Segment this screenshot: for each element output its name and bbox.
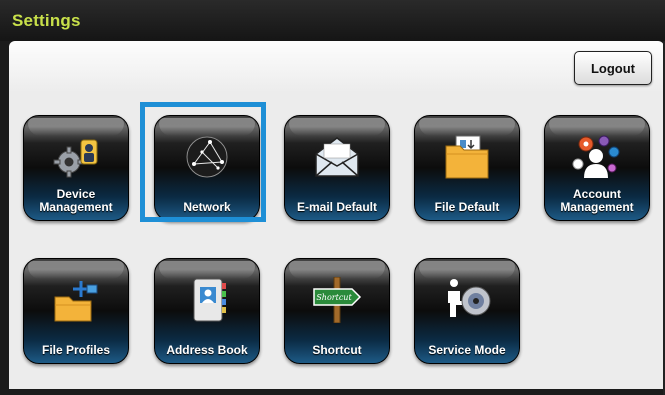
tile-label: Network [183, 200, 231, 214]
title-bar: Settings [0, 0, 665, 41]
tile-device-management[interactable]: Device Management [23, 115, 129, 221]
tile-account-management[interactable]: Account Management [544, 115, 650, 221]
app-frame: Settings Logout Device Management Networ… [0, 0, 665, 395]
tile-file-profiles[interactable]: File Profiles [23, 258, 129, 364]
tile-label: Service Mode [428, 343, 506, 357]
settings-grid: Device Management Network E-mail Default… [9, 93, 664, 389]
envelope-icon [315, 137, 359, 177]
address-book-icon [193, 278, 226, 322]
shortcut-sign-icon: Shortcut [313, 277, 362, 323]
device-management-icon [53, 139, 98, 178]
tile-file-default[interactable]: File Default [414, 115, 520, 221]
tile-label: Account Management [560, 187, 634, 214]
tile-label: Shortcut [312, 343, 362, 357]
account-gears-icon [572, 135, 620, 178]
logout-button[interactable]: Logout [574, 51, 652, 85]
tile-shortcut[interactable]: Shortcut Shortcut [284, 258, 390, 364]
tile-address-book[interactable]: Address Book [154, 258, 260, 364]
tile-label: Address Book [166, 343, 248, 357]
file-profiles-icon [54, 281, 98, 322]
tile-label: File Profiles [41, 343, 111, 357]
toolbar: Logout [9, 41, 664, 93]
tile-network[interactable]: Network [154, 115, 260, 221]
folder-icon [445, 135, 489, 179]
tile-service-mode[interactable]: Service Mode [414, 258, 520, 364]
tile-label: E-mail Default [296, 200, 377, 214]
network-globe-icon [186, 136, 228, 178]
service-mode-icon [448, 279, 491, 317]
page-title: Settings [12, 11, 81, 30]
tile-label: Device Management [39, 187, 113, 214]
tile-label: File Default [434, 200, 500, 214]
shortcut-sign-text: Shortcut [316, 293, 352, 302]
tile-email-default[interactable]: E-mail Default [284, 115, 390, 221]
